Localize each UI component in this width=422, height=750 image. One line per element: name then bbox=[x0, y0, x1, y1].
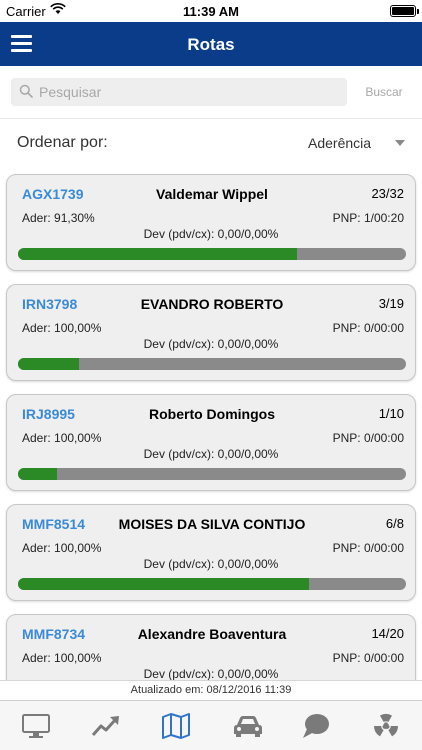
route-progress-bar bbox=[18, 358, 406, 370]
route-card[interactable]: MMF8734 Alexandre Boaventura 14/20 Ader:… bbox=[6, 614, 416, 680]
route-deviation: Dev (pdv/cx): 0,00/0,00% bbox=[143, 667, 279, 680]
route-code: AGX1739 bbox=[22, 186, 84, 202]
status-bar: Carrier 11:39 AM bbox=[0, 0, 422, 22]
route-progress-fill bbox=[18, 468, 57, 480]
route-deviation: Dev (pdv/cx): 0,00/0,00% bbox=[143, 447, 279, 461]
car-icon bbox=[234, 716, 262, 737]
route-visit-count: 6/8 bbox=[385, 516, 404, 531]
search-box[interactable] bbox=[11, 78, 347, 106]
route-pnp: PNP: 0/00:00 bbox=[332, 541, 404, 555]
route-progress-fill bbox=[18, 578, 309, 590]
search-button[interactable]: Buscar bbox=[354, 78, 414, 106]
trending-up-icon bbox=[91, 716, 119, 736]
route-adherence: Ader: 100,00% bbox=[22, 541, 102, 555]
tab-monitor[interactable] bbox=[1, 701, 71, 750]
sort-select-value[interactable]: Aderência bbox=[308, 135, 371, 151]
route-card[interactable]: IRJ8995 Roberto Domingos 1/10 Ader: 100,… bbox=[6, 394, 416, 491]
monitor-icon bbox=[22, 714, 50, 738]
route-visit-count: 14/20 bbox=[371, 626, 404, 641]
tab-trends[interactable] bbox=[71, 701, 141, 750]
tab-alerts[interactable] bbox=[351, 701, 421, 750]
radiation-icon bbox=[374, 713, 398, 737]
route-deviation: Dev (pdv/cx): 0,00/0,00% bbox=[143, 557, 279, 571]
route-code: IRJ8995 bbox=[22, 406, 75, 422]
route-driver-name: Roberto Domingos bbox=[149, 406, 275, 422]
status-time: 11:39 AM bbox=[183, 4, 239, 19]
hamburger-menu-icon[interactable] bbox=[11, 35, 32, 52]
route-adherence: Ader: 91,30% bbox=[22, 211, 95, 225]
search-icon bbox=[19, 84, 33, 103]
route-visit-count: 23/32 bbox=[371, 186, 404, 201]
nav-bar: Rotas bbox=[0, 22, 422, 66]
route-progress-fill bbox=[18, 248, 297, 260]
route-pnp: PNP: 0/00:00 bbox=[332, 431, 404, 445]
last-updated-label: Atualizado em: 08/12/2016 11:39 bbox=[0, 680, 422, 700]
chevron-down-icon[interactable] bbox=[395, 140, 405, 146]
route-driver-name: MOISES DA SILVA CONTIJO bbox=[118, 516, 306, 532]
route-card[interactable]: AGX1739 Valdemar Wippel 23/32 Ader: 91,3… bbox=[6, 174, 416, 271]
route-progress-fill bbox=[18, 358, 80, 370]
tab-messages[interactable] bbox=[281, 701, 351, 750]
tab-map[interactable] bbox=[141, 701, 211, 750]
route-pnp: PNP: 0/00:00 bbox=[332, 321, 404, 335]
route-driver-name: EVANDRO ROBERTO bbox=[140, 296, 284, 312]
route-list[interactable]: AGX1739 Valdemar Wippel 23/32 Ader: 91,3… bbox=[0, 164, 422, 680]
route-code: MMF8514 bbox=[22, 516, 86, 532]
route-visit-count: 3/19 bbox=[378, 296, 404, 311]
tab-bar bbox=[0, 700, 422, 750]
search-input[interactable] bbox=[39, 78, 339, 106]
map-icon bbox=[162, 713, 190, 739]
chat-bubble-icon bbox=[303, 714, 329, 738]
tab-vehicles[interactable] bbox=[211, 701, 281, 750]
sort-row[interactable]: Ordenar por: Aderência bbox=[0, 118, 422, 164]
route-card[interactable]: MMF8514 MOISES DA SILVA CONTIJO 6/8 Ader… bbox=[6, 504, 416, 601]
battery-icon bbox=[390, 5, 419, 17]
route-progress-bar bbox=[18, 468, 406, 480]
route-driver-name: Valdemar Wippel bbox=[156, 186, 268, 202]
route-adherence: Ader: 100,00% bbox=[22, 651, 102, 665]
route-progress-bar bbox=[18, 578, 406, 590]
route-pnp: PNP: 1/00:20 bbox=[332, 211, 404, 225]
route-progress-bar bbox=[18, 248, 406, 260]
route-adherence: Ader: 100,00% bbox=[22, 321, 102, 335]
route-code: MMF8734 bbox=[22, 626, 86, 642]
route-code: IRN3798 bbox=[22, 296, 78, 312]
route-driver-name: Alexandre Boaventura bbox=[137, 626, 287, 642]
search-row: Buscar bbox=[0, 66, 422, 118]
route-adherence: Ader: 100,00% bbox=[22, 431, 102, 445]
sort-label: Ordenar por: bbox=[17, 134, 108, 151]
page-title: Rotas bbox=[187, 35, 235, 54]
route-deviation: Dev (pdv/cx): 0,00/0,00% bbox=[143, 337, 279, 351]
route-deviation: Dev (pdv/cx): 0,00/0,00% bbox=[143, 227, 279, 241]
route-pnp: PNP: 0/00:00 bbox=[332, 651, 404, 665]
route-visit-count: 1/10 bbox=[378, 406, 404, 421]
route-card[interactable]: IRN3798 EVANDRO ROBERTO 3/19 Ader: 100,0… bbox=[6, 284, 416, 381]
